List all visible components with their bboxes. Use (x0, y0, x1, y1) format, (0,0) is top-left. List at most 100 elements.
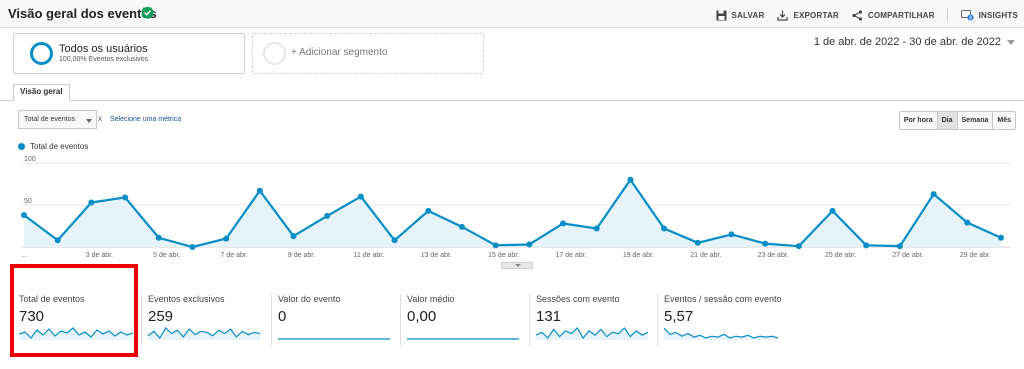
segment-placeholder-circle (263, 42, 286, 65)
scorecard[interactable]: Eventos exclusivos 259 (148, 292, 264, 350)
scorecard-value: 259 (148, 308, 174, 325)
x-tick-label: 3 de abr. (86, 252, 113, 259)
data-point[interactable] (324, 212, 331, 219)
data-point[interactable] (728, 231, 735, 238)
verified-check-icon (141, 6, 154, 19)
save-button[interactable]: SALVAR (716, 10, 765, 21)
scorecard-label: Valor do evento (278, 294, 341, 304)
scorecard-divider (400, 294, 401, 346)
scorecard-divider (529, 294, 530, 346)
svg-text:3: 3 (969, 16, 972, 22)
data-point[interactable] (896, 243, 903, 250)
scorecard-value: 131 (536, 308, 562, 325)
chart-legend: Total de eventos (18, 142, 88, 151)
tabs-divider (0, 100, 1024, 101)
x-tick-label: 9 de abr. (288, 252, 315, 259)
segment-name: Todos os usuários (59, 43, 148, 55)
data-point[interactable] (762, 240, 769, 247)
tab-overview[interactable]: Visão geral (13, 84, 70, 101)
scorecard-sparkline (536, 327, 648, 340)
data-point[interactable] (560, 220, 567, 227)
segment-all-users[interactable]: Todos os usuários 100,00% Eventos exclus… (13, 33, 245, 74)
top-bar: Visão geral dos eventos SALVAR EXPORTAR (0, 0, 1024, 28)
export-button[interactable]: EXPORTAR (777, 10, 839, 21)
data-point[interactable] (290, 233, 297, 240)
x-tick-label: 21 de abr. (690, 252, 721, 259)
share-icon (852, 9, 863, 21)
data-point[interactable] (155, 234, 162, 241)
chart-resize-handle[interactable] (501, 262, 533, 269)
date-range-picker[interactable]: 1 de abr. de 2022 - 30 de abr. de 2022 (814, 36, 1015, 48)
x-tick-label: 17 de abr. (555, 252, 586, 259)
scorecard-label: Valor médio (407, 294, 455, 304)
data-point[interactable] (593, 225, 600, 232)
data-point[interactable] (391, 237, 398, 244)
scorecard-divider (141, 294, 142, 346)
scorecard[interactable]: Valor médio 0,00 (407, 292, 523, 350)
data-point[interactable] (930, 191, 937, 198)
insights-button[interactable]: 3 INSIGHTS (960, 9, 1018, 22)
data-point[interactable] (88, 199, 95, 206)
data-point[interactable] (964, 219, 971, 226)
data-point[interactable] (627, 176, 634, 183)
segment-percentage: 100,00% Eventos exclusivos (59, 56, 149, 63)
chevron-down-icon (1007, 39, 1015, 45)
save-icon (716, 10, 727, 20)
metric-select-value: Total de eventos (24, 116, 75, 123)
x-tick-label: 19 de abr. (623, 252, 654, 259)
scorecard[interactable]: Eventos / sessão com evento 5,57 (664, 292, 782, 350)
granularity-day-button[interactable]: Dia (936, 112, 957, 129)
share-button[interactable]: COMPARTILHAR (852, 9, 935, 21)
x-tick-label: 27 de abr. (892, 252, 923, 259)
data-point[interactable] (694, 239, 701, 246)
scorecard-divider (271, 294, 272, 346)
data-point[interactable] (122, 194, 129, 201)
x-tick-label: 15 de abr. (488, 252, 519, 259)
y-tick-label: 50 (24, 198, 32, 205)
remove-metric-button[interactable]: x (98, 114, 102, 123)
events-line-chart: 100 50... 3 de abr. 5 de abr. 7 de abr. 9 de … (21, 156, 1011, 259)
select-metric-link[interactable]: Selecione uma métrica (110, 116, 181, 123)
data-point[interactable] (357, 193, 364, 200)
granularity-week-button[interactable]: Semana (956, 112, 993, 129)
scorecard-divider (657, 294, 658, 346)
add-segment-label: + Adicionar segmento (291, 47, 388, 58)
data-point[interactable] (54, 237, 61, 244)
chevron-down-icon (86, 119, 92, 123)
data-point[interactable] (661, 225, 668, 232)
scorecard-label: Sessões com evento (536, 294, 620, 304)
x-tick-label: 25 de abr. (825, 252, 856, 259)
data-point[interactable] (863, 242, 870, 249)
data-point[interactable] (829, 207, 836, 214)
metric-select[interactable]: Total de eventos (18, 110, 97, 129)
granularity-month-button[interactable]: Mês (992, 112, 1015, 129)
data-point[interactable] (998, 234, 1004, 241)
scorecard-value: 0,00 (407, 308, 437, 325)
data-point[interactable] (21, 212, 27, 219)
insights-label: INSIGHTS (978, 10, 1018, 20)
y-tick-label: 100 (24, 156, 36, 163)
scorecard-value: 5,57 (664, 308, 694, 325)
x-tick-label: 23 de abr. (758, 252, 789, 259)
data-point[interactable] (795, 243, 802, 250)
data-point[interactable] (458, 223, 465, 230)
scorecard-sparkline (148, 327, 260, 340)
x-tick-label: ... (21, 252, 27, 259)
legend-label: Total de eventos (30, 142, 89, 151)
data-point[interactable] (425, 207, 432, 214)
share-label: COMPARTILHAR (867, 10, 935, 20)
data-point[interactable] (256, 187, 263, 194)
data-point[interactable] (189, 244, 196, 250)
x-tick-label: 13 de abr. (421, 252, 452, 259)
data-point[interactable] (223, 235, 230, 242)
add-segment-button[interactable]: + Adicionar segmento (252, 33, 484, 74)
granularity-hour-button[interactable]: Por hora (899, 112, 937, 129)
legend-dot (18, 143, 25, 150)
scorecard[interactable]: Sessões com evento 131 (536, 292, 652, 350)
scorecard-sparkline (664, 327, 778, 340)
scorecard[interactable]: Valor do evento 0 (278, 292, 394, 350)
data-point[interactable] (492, 242, 499, 249)
highlight-box (10, 264, 138, 357)
data-point[interactable] (526, 241, 533, 248)
x-tick-label: 5 de abr. (153, 252, 180, 259)
